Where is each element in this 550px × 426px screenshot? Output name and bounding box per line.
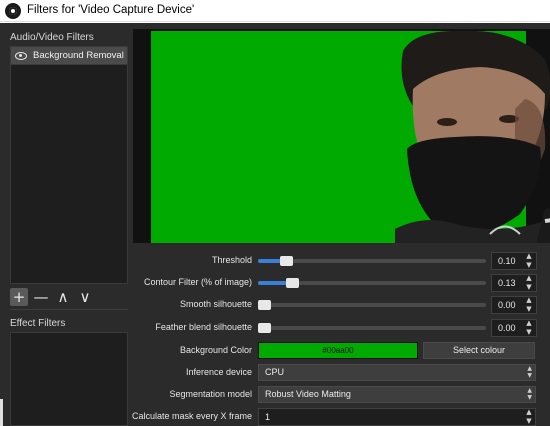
av-filters-label: Audio/Video Filters <box>10 32 94 43</box>
filter-properties: Threshold 0.10 ▲ ▼ Contour Filter (% of i… <box>131 251 550 426</box>
threshold-spin-arrows-icon[interactable]: ▲ ▼ <box>522 252 536 270</box>
segmentation-model-label: Segmentation model <box>169 389 252 399</box>
effect-filters-list[interactable] <box>10 332 128 426</box>
title-bar: Filters for 'Video Capture Device' <box>0 0 550 22</box>
background-color-label: Background Color <box>179 345 252 355</box>
segmentation-model-value: Robust Video Matting <box>265 389 351 399</box>
calculate-mask-spinbox[interactable]: 1 <box>258 408 536 426</box>
filter-item-label: Background Removal <box>33 50 124 61</box>
window-title: Filters for 'Video Capture Device' <box>27 4 195 16</box>
calculate-mask-label: Calculate mask every X frame <box>131 411 252 421</box>
inference-device-value: CPU <box>265 367 285 377</box>
smooth-silhouette-spin-arrows-icon[interactable]: ▲ ▼ <box>522 296 536 314</box>
feather-blend-slider[interactable] <box>258 323 486 333</box>
remove-filter-button[interactable]: — <box>32 288 50 306</box>
filter-item-background-removal[interactable]: Background Removal <box>11 47 127 65</box>
move-up-button[interactable]: ∧ <box>54 288 72 306</box>
smooth-silhouette-label: Smooth silhouette <box>179 299 252 309</box>
segmentation-model-select[interactable]: Robust Video Matting ▲ ▼ <box>258 386 536 403</box>
combo-arrows-icon: ▲ ▼ <box>527 387 532 401</box>
select-colour-button[interactable]: Select colour <box>423 342 535 359</box>
filters-dialog: Audio/Video Filters Background Removal +… <box>0 23 550 426</box>
window-edge <box>0 399 3 426</box>
av-filters-list[interactable]: Background Removal <box>10 46 128 284</box>
calculate-mask-spin-arrows-icon[interactable]: ▲ ▼ <box>522 408 536 426</box>
person-silhouette <box>395 30 550 243</box>
video-preview <box>133 29 550 243</box>
contour-filter-slider[interactable] <box>258 278 486 288</box>
inference-device-select[interactable]: CPU ▲ ▼ <box>258 364 536 381</box>
smooth-silhouette-slider[interactable] <box>258 300 486 310</box>
contour-filter-label: Contour Filter (% of image) <box>143 277 252 287</box>
effect-filters-label: Effect Filters <box>10 318 66 329</box>
inference-device-label: Inference device <box>185 367 252 377</box>
eye-icon[interactable] <box>15 51 27 60</box>
filter-toolbar: + — ∧ ∨ <box>10 288 94 306</box>
background-color-swatch[interactable]: #00aa00 <box>258 342 418 359</box>
add-filter-button[interactable]: + <box>10 288 28 306</box>
contour-filter-spin-arrows-icon[interactable]: ▲ ▼ <box>522 274 536 292</box>
contour-filter-slider-thumb[interactable] <box>286 278 299 288</box>
calculate-mask-value: 1 <box>265 412 271 422</box>
threshold-slider-thumb[interactable] <box>280 256 293 266</box>
feather-blend-spin-arrows-icon[interactable]: ▲ ▼ <box>522 319 536 337</box>
smooth-silhouette-slider-thumb[interactable] <box>258 300 271 310</box>
threshold-slider[interactable] <box>258 256 486 266</box>
obs-logo-icon <box>5 3 21 19</box>
panel-divider[interactable] <box>10 309 128 310</box>
move-down-button[interactable]: ∨ <box>76 288 94 306</box>
feather-blend-label: Feather blend silhouette <box>155 322 252 332</box>
combo-arrows-icon: ▲ ▼ <box>527 365 532 379</box>
threshold-label: Threshold <box>211 255 252 265</box>
feather-blend-slider-thumb[interactable] <box>258 323 271 333</box>
